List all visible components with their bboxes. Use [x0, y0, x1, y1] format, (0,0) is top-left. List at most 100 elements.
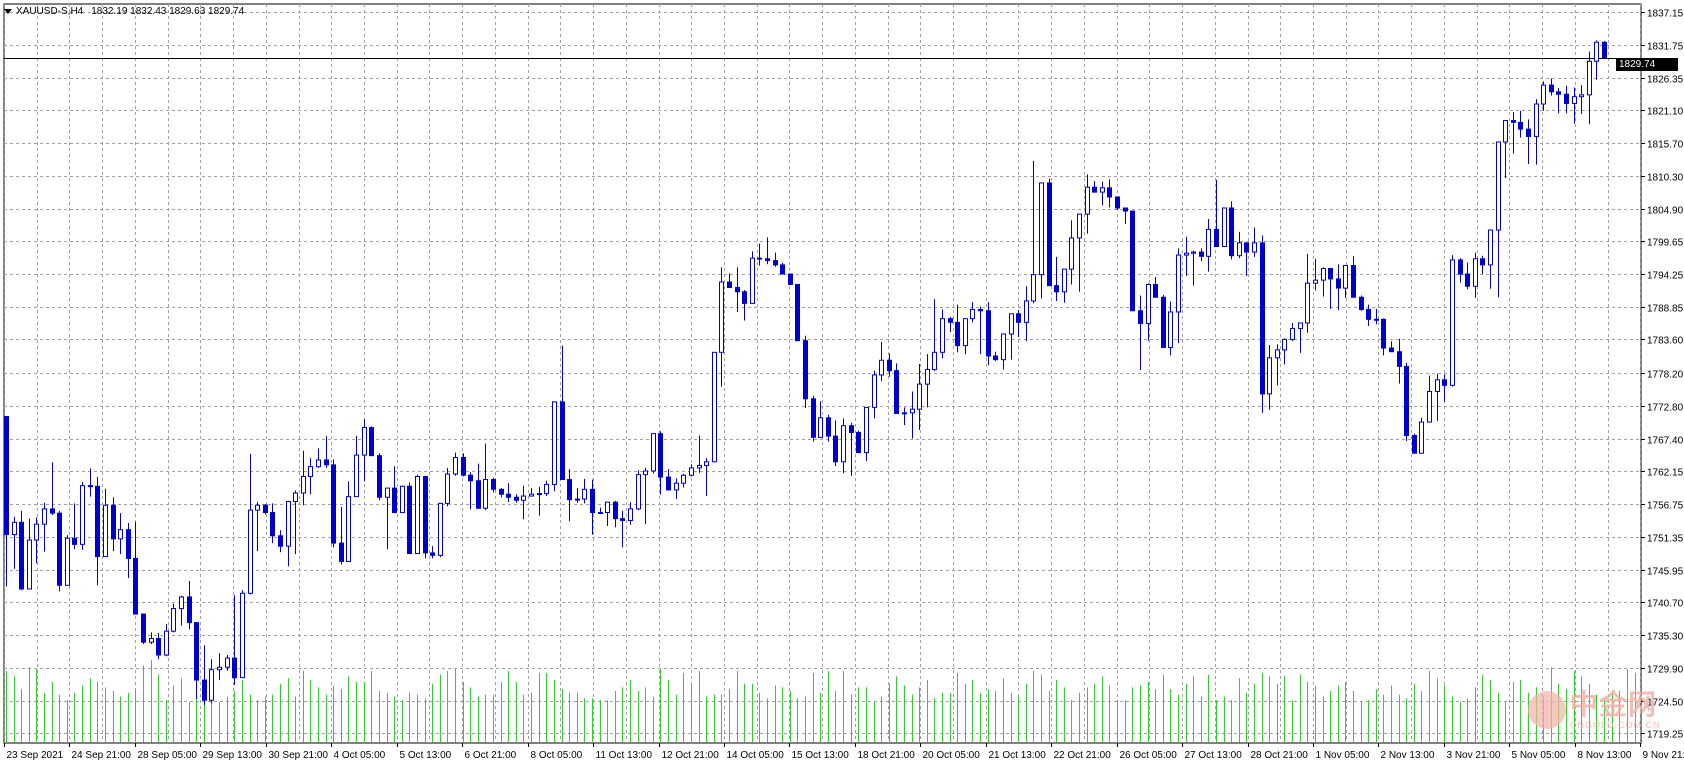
- candle-body-down: [468, 474, 473, 482]
- candle-body-down: [1381, 318, 1386, 349]
- candle-body-up: [1419, 421, 1424, 454]
- candle: [1275, 344, 1280, 386]
- candle: [270, 503, 275, 544]
- candle: [133, 521, 138, 615]
- candle-body-down: [978, 309, 983, 312]
- candle-body-down: [1518, 121, 1523, 130]
- candle-body-down: [1244, 242, 1249, 253]
- candle-body-down: [377, 455, 382, 498]
- x-tick-label: 26 Oct 05:00: [1120, 750, 1178, 761]
- candle-body-down: [735, 286, 740, 293]
- candle-body-up: [1009, 313, 1014, 335]
- candle-body-up: [681, 474, 686, 484]
- candle: [453, 452, 458, 476]
- candle-body-down: [1397, 351, 1402, 367]
- candle-body-up: [902, 412, 907, 415]
- grid: [3, 3, 1642, 744]
- candle-body-up: [925, 368, 930, 385]
- candle-body-down: [1016, 313, 1021, 323]
- candle: [704, 458, 709, 497]
- candle: [72, 503, 77, 550]
- candle: [894, 363, 899, 414]
- candle-body-up: [1206, 228, 1211, 257]
- candle: [111, 497, 116, 552]
- y-tick-label: 1719.25: [1647, 730, 1684, 741]
- candle-body-down: [955, 321, 960, 347]
- candle: [993, 351, 998, 361]
- candle: [620, 510, 625, 548]
- candle: [354, 436, 359, 498]
- y-tick-label: 1740.70: [1647, 599, 1684, 610]
- candle-body-down: [88, 485, 93, 488]
- x-tick-label: 14 Oct 05:00: [727, 750, 785, 761]
- candle: [4, 416, 9, 587]
- candle: [1579, 85, 1584, 114]
- price-chart[interactable]: 1837.15 1831.75 1826.35 1821.10 1815.70 1810.…: [0, 0, 1684, 765]
- candle-body-down: [339, 542, 344, 562]
- x-tick-label: 23 Sep 2021: [7, 750, 64, 761]
- candle: [788, 273, 793, 285]
- y-tick-label: 1729.90: [1647, 665, 1684, 676]
- candle-body-up: [917, 383, 922, 410]
- candle: [1564, 85, 1569, 114]
- candle: [217, 653, 222, 681]
- candle: [415, 474, 420, 555]
- candle: [1480, 255, 1485, 275]
- candle: [1336, 264, 1341, 311]
- candle-body-up: [628, 508, 633, 521]
- candle: [932, 299, 937, 372]
- candle-body-down: [476, 480, 481, 509]
- candle-body-down: [514, 496, 519, 501]
- triangle-down-icon[interactable]: [4, 9, 12, 14]
- candle-body-up: [1450, 259, 1455, 386]
- candle-body-down: [765, 258, 770, 262]
- candle: [651, 433, 656, 474]
- candle: [187, 581, 192, 630]
- candle-body-up: [12, 521, 17, 536]
- candle-body-up: [1503, 120, 1508, 143]
- candle-body-up: [697, 464, 702, 469]
- candle-body-down: [590, 488, 595, 514]
- candle: [1587, 51, 1592, 125]
- candle-body-down: [1336, 278, 1341, 289]
- candle: [1222, 207, 1227, 248]
- candle-body-down: [331, 464, 336, 544]
- candle-body-down: [4, 416, 9, 536]
- candle-body-up: [1343, 264, 1348, 289]
- candle: [1100, 181, 1105, 206]
- candle: [12, 516, 17, 569]
- candle-body-down: [620, 518, 625, 521]
- candle-body-down: [849, 425, 854, 433]
- candle: [301, 450, 306, 506]
- candle: [811, 395, 816, 442]
- candle-body-up: [537, 493, 542, 496]
- candle: [248, 453, 253, 595]
- candle: [1123, 207, 1128, 224]
- candle-body-up: [438, 502, 443, 556]
- x-tick-label: 1 Nov 05:00: [1316, 750, 1370, 761]
- candle-body-down: [95, 485, 100, 558]
- candle: [955, 304, 960, 353]
- candle-body-down: [1359, 296, 1364, 311]
- chart-window[interactable]: 1837.15 1831.75 1826.35 1821.10 1815.70 1810.…: [0, 0, 1684, 765]
- candle-body-up: [552, 401, 557, 485]
- x-tick-label: 24 Sep 21:00: [72, 750, 132, 761]
- candle: [1260, 235, 1265, 413]
- candle: [255, 502, 260, 552]
- candle: [194, 622, 199, 700]
- candle-body-up: [42, 508, 47, 525]
- candle: [506, 483, 511, 503]
- candle: [1016, 310, 1021, 338]
- candle-body-up: [225, 657, 230, 668]
- candle-body-down: [1092, 186, 1097, 193]
- candle-body-down: [780, 264, 785, 275]
- y-tick-label: 1810.30: [1647, 173, 1684, 184]
- candle: [27, 518, 32, 590]
- candle-body-up: [872, 374, 877, 408]
- candle: [628, 502, 633, 525]
- candle-body-down: [1107, 187, 1112, 198]
- candle: [1488, 229, 1493, 289]
- y-tick-label: 1756.75: [1647, 501, 1684, 512]
- candle: [438, 502, 443, 558]
- x-tick-label: 11 Oct 13:00: [596, 750, 653, 761]
